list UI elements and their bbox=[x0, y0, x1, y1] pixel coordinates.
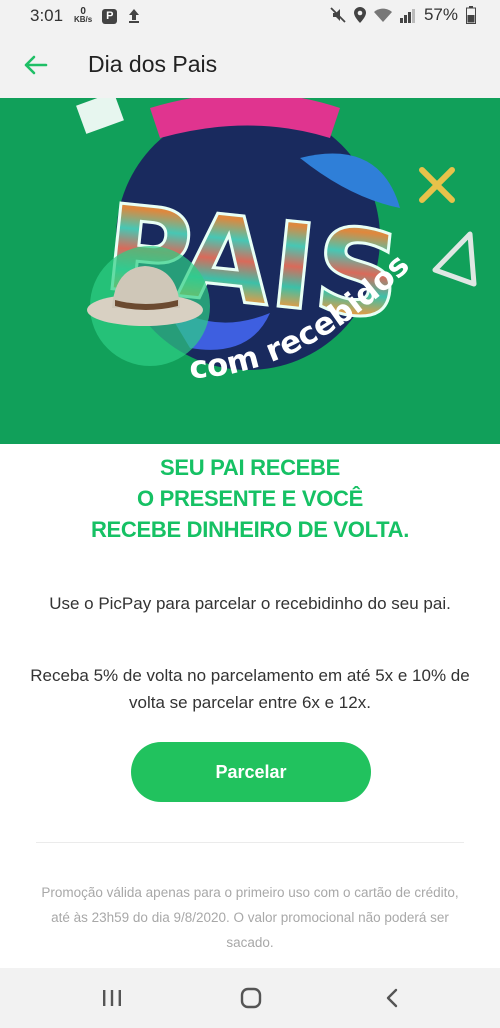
hero-illustration: PAIS com recebidos bbox=[76, 98, 477, 386]
net-speed-indicator: 0 KB/s bbox=[74, 7, 93, 24]
upload-icon bbox=[129, 9, 140, 23]
recent-apps-icon bbox=[103, 990, 121, 1006]
mute-icon bbox=[330, 7, 346, 23]
home-icon bbox=[240, 987, 262, 1009]
page-title: Dia dos Pais bbox=[88, 51, 218, 77]
triangle-shape bbox=[432, 231, 477, 287]
battery-percent: 57% bbox=[423, 5, 458, 24]
disclaimer-text: Promoção válida apenas para o primeiro u… bbox=[41, 885, 459, 950]
status-time: 3:01 bbox=[30, 6, 64, 25]
status-left-icons: 0 KB/s P bbox=[74, 7, 141, 24]
system-nav-bar bbox=[0, 968, 500, 1028]
net-speed-unit: KB/s bbox=[74, 15, 93, 24]
arrow-left-icon[interactable] bbox=[20, 50, 50, 80]
hero-banner: PAIS com recebidos bbox=[0, 98, 500, 444]
status-bar: 3:01 0 KB/s P 57% bbox=[0, 0, 500, 32]
wifi-icon bbox=[373, 8, 392, 22]
signal-icon bbox=[399, 8, 415, 23]
status-right-icons: 57% bbox=[330, 5, 476, 25]
parcelar-button[interactable]: Parcelar bbox=[131, 742, 371, 802]
promo-paragraph-2: Receba 5% de volta no parcelamento em at… bbox=[30, 666, 470, 712]
headline-line-3: RECEBE DINHEIRO DE VOLTA. bbox=[90, 517, 410, 542]
back-nav-button[interactable] bbox=[372, 984, 412, 1012]
app-badge-icon: P bbox=[102, 8, 118, 24]
promo-paragraph-1: Use o PicPay para parcelar o recebidinho… bbox=[49, 594, 451, 613]
back-nav-icon bbox=[386, 988, 398, 1008]
app-bar: Dia dos Pais bbox=[0, 32, 500, 98]
location-icon bbox=[353, 7, 366, 23]
home-button[interactable] bbox=[231, 984, 271, 1012]
recent-apps-button[interactable] bbox=[92, 984, 132, 1012]
headline-line-2: O PRESENTE E VOCÊ bbox=[137, 486, 363, 511]
battery-icon bbox=[466, 6, 476, 24]
headline-line-1: SEU PAI RECEBE bbox=[160, 455, 340, 480]
cross-shape bbox=[419, 167, 455, 203]
promo-headline: SEU PAI RECEBE O PRESENTE E VOCÊ RECEBE … bbox=[0, 452, 500, 545]
divider bbox=[36, 842, 464, 843]
gift-box-shape bbox=[76, 98, 124, 134]
